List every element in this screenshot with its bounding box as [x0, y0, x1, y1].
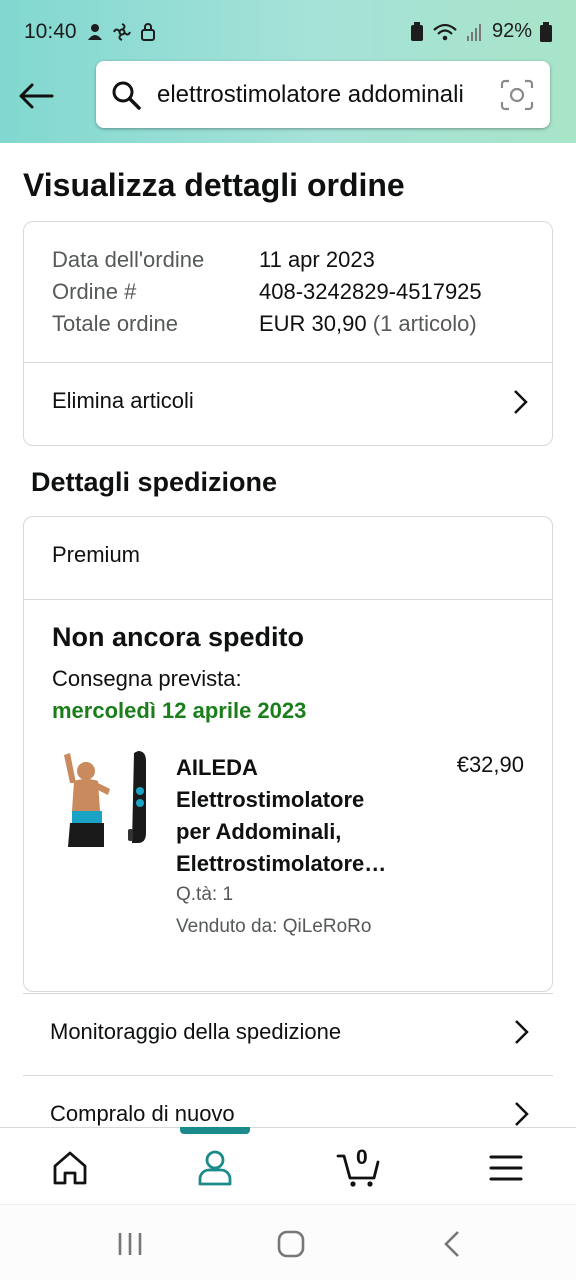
- product-price: €32,90: [456, 752, 524, 777]
- search-icon: [112, 81, 141, 110]
- recent-apps-icon[interactable]: [115, 1229, 145, 1259]
- product-name-line: AILEDA: [176, 755, 258, 780]
- search-bar[interactable]: elettrostimolatore addominali: [96, 61, 550, 128]
- delivery-label: Consegna prevista:: [52, 666, 242, 691]
- chevron-right-icon: [515, 1102, 529, 1126]
- product-name-line: Elettrostimolatore: [176, 787, 365, 812]
- product-image[interactable]: [52, 749, 152, 851]
- order-total-value: EUR 30,90 (1 articolo): [259, 311, 477, 337]
- home-icon[interactable]: [48, 1146, 92, 1190]
- back-arrow-icon[interactable]: [16, 76, 56, 116]
- app-header: 10:40 92% elettrostimolatore addominali: [0, 0, 576, 143]
- shipping-section-title: Dettagli spedizione: [31, 467, 278, 497]
- recycle-icon: [410, 21, 423, 41]
- status-right-icons: 92%: [410, 20, 552, 43]
- back-button-icon[interactable]: [438, 1229, 468, 1259]
- status-left-icons: [86, 22, 156, 42]
- shipping-type: Premium: [52, 542, 141, 567]
- product-name-line: Elettrostimolatore…: [176, 851, 387, 876]
- product-name[interactable]: AILEDA Elettrostimolatore per Addominali…: [176, 752, 426, 880]
- order-date-value: 11 apr 2023: [259, 247, 375, 272]
- account-icon[interactable]: [193, 1146, 237, 1190]
- shipping-card: Premium Non ancora spedito Consegna prev…: [23, 516, 553, 992]
- wifi-icon: [433, 23, 457, 40]
- divider: [24, 599, 552, 600]
- track-shipment-label: Monitoraggio della spedizione: [50, 1019, 342, 1044]
- notification-icon: [88, 24, 102, 40]
- system-nav-bar: [0, 1204, 576, 1280]
- home-button-icon[interactable]: [276, 1229, 306, 1259]
- order-total-label: Totale ordine: [52, 311, 178, 336]
- signal-icon: [466, 23, 481, 41]
- chevron-right-icon: [514, 390, 528, 414]
- camera-scan-icon[interactable]: [500, 79, 534, 111]
- product-seller: Venduto da: QiLeRoRo: [176, 916, 372, 937]
- order-total-amount: EUR 30,90: [259, 311, 367, 336]
- product-quantity: Q.tà: 1: [176, 884, 234, 905]
- order-item-count: (1 articolo): [372, 311, 477, 336]
- buy-again-label: Compralo di nuovo: [50, 1101, 235, 1126]
- cart-count-badge: 0: [356, 1146, 368, 1169]
- battery-icon: [540, 21, 552, 42]
- shipment-status: Non ancora spedito: [52, 622, 305, 652]
- order-number-label: Ordine #: [52, 279, 137, 304]
- order-summary-card: Data dell'ordine 11 apr 2023 Ordine # 40…: [23, 221, 553, 446]
- chevron-right-icon: [515, 1020, 529, 1044]
- product-name-line: per Addominali,: [176, 819, 342, 844]
- search-input[interactable]: elettrostimolatore addominali: [157, 81, 497, 109]
- track-shipment-row[interactable]: Monitoraggio della spedizione: [23, 993, 553, 1075]
- order-number-value: 408-3242829-4517925: [259, 279, 482, 304]
- battery-level: 92%: [491, 20, 532, 42]
- menu-icon[interactable]: [484, 1146, 528, 1190]
- status-bar: 10:40 92%: [0, 0, 576, 62]
- lock-icon: [141, 23, 155, 41]
- remove-items-row[interactable]: Elimina articoli: [24, 363, 552, 445]
- order-date-label: Data dell'ordine: [52, 247, 205, 272]
- bottom-nav: [0, 1127, 576, 1204]
- remove-items-label: Elimina articoli: [52, 388, 194, 413]
- active-tab-indicator: [180, 1127, 250, 1134]
- fan-icon: [113, 23, 131, 41]
- delivery-date: mercoledì 12 aprile 2023: [52, 698, 307, 723]
- status-time: 10:40: [24, 20, 77, 43]
- page-title: Visualizza dettagli ordine: [23, 167, 405, 203]
